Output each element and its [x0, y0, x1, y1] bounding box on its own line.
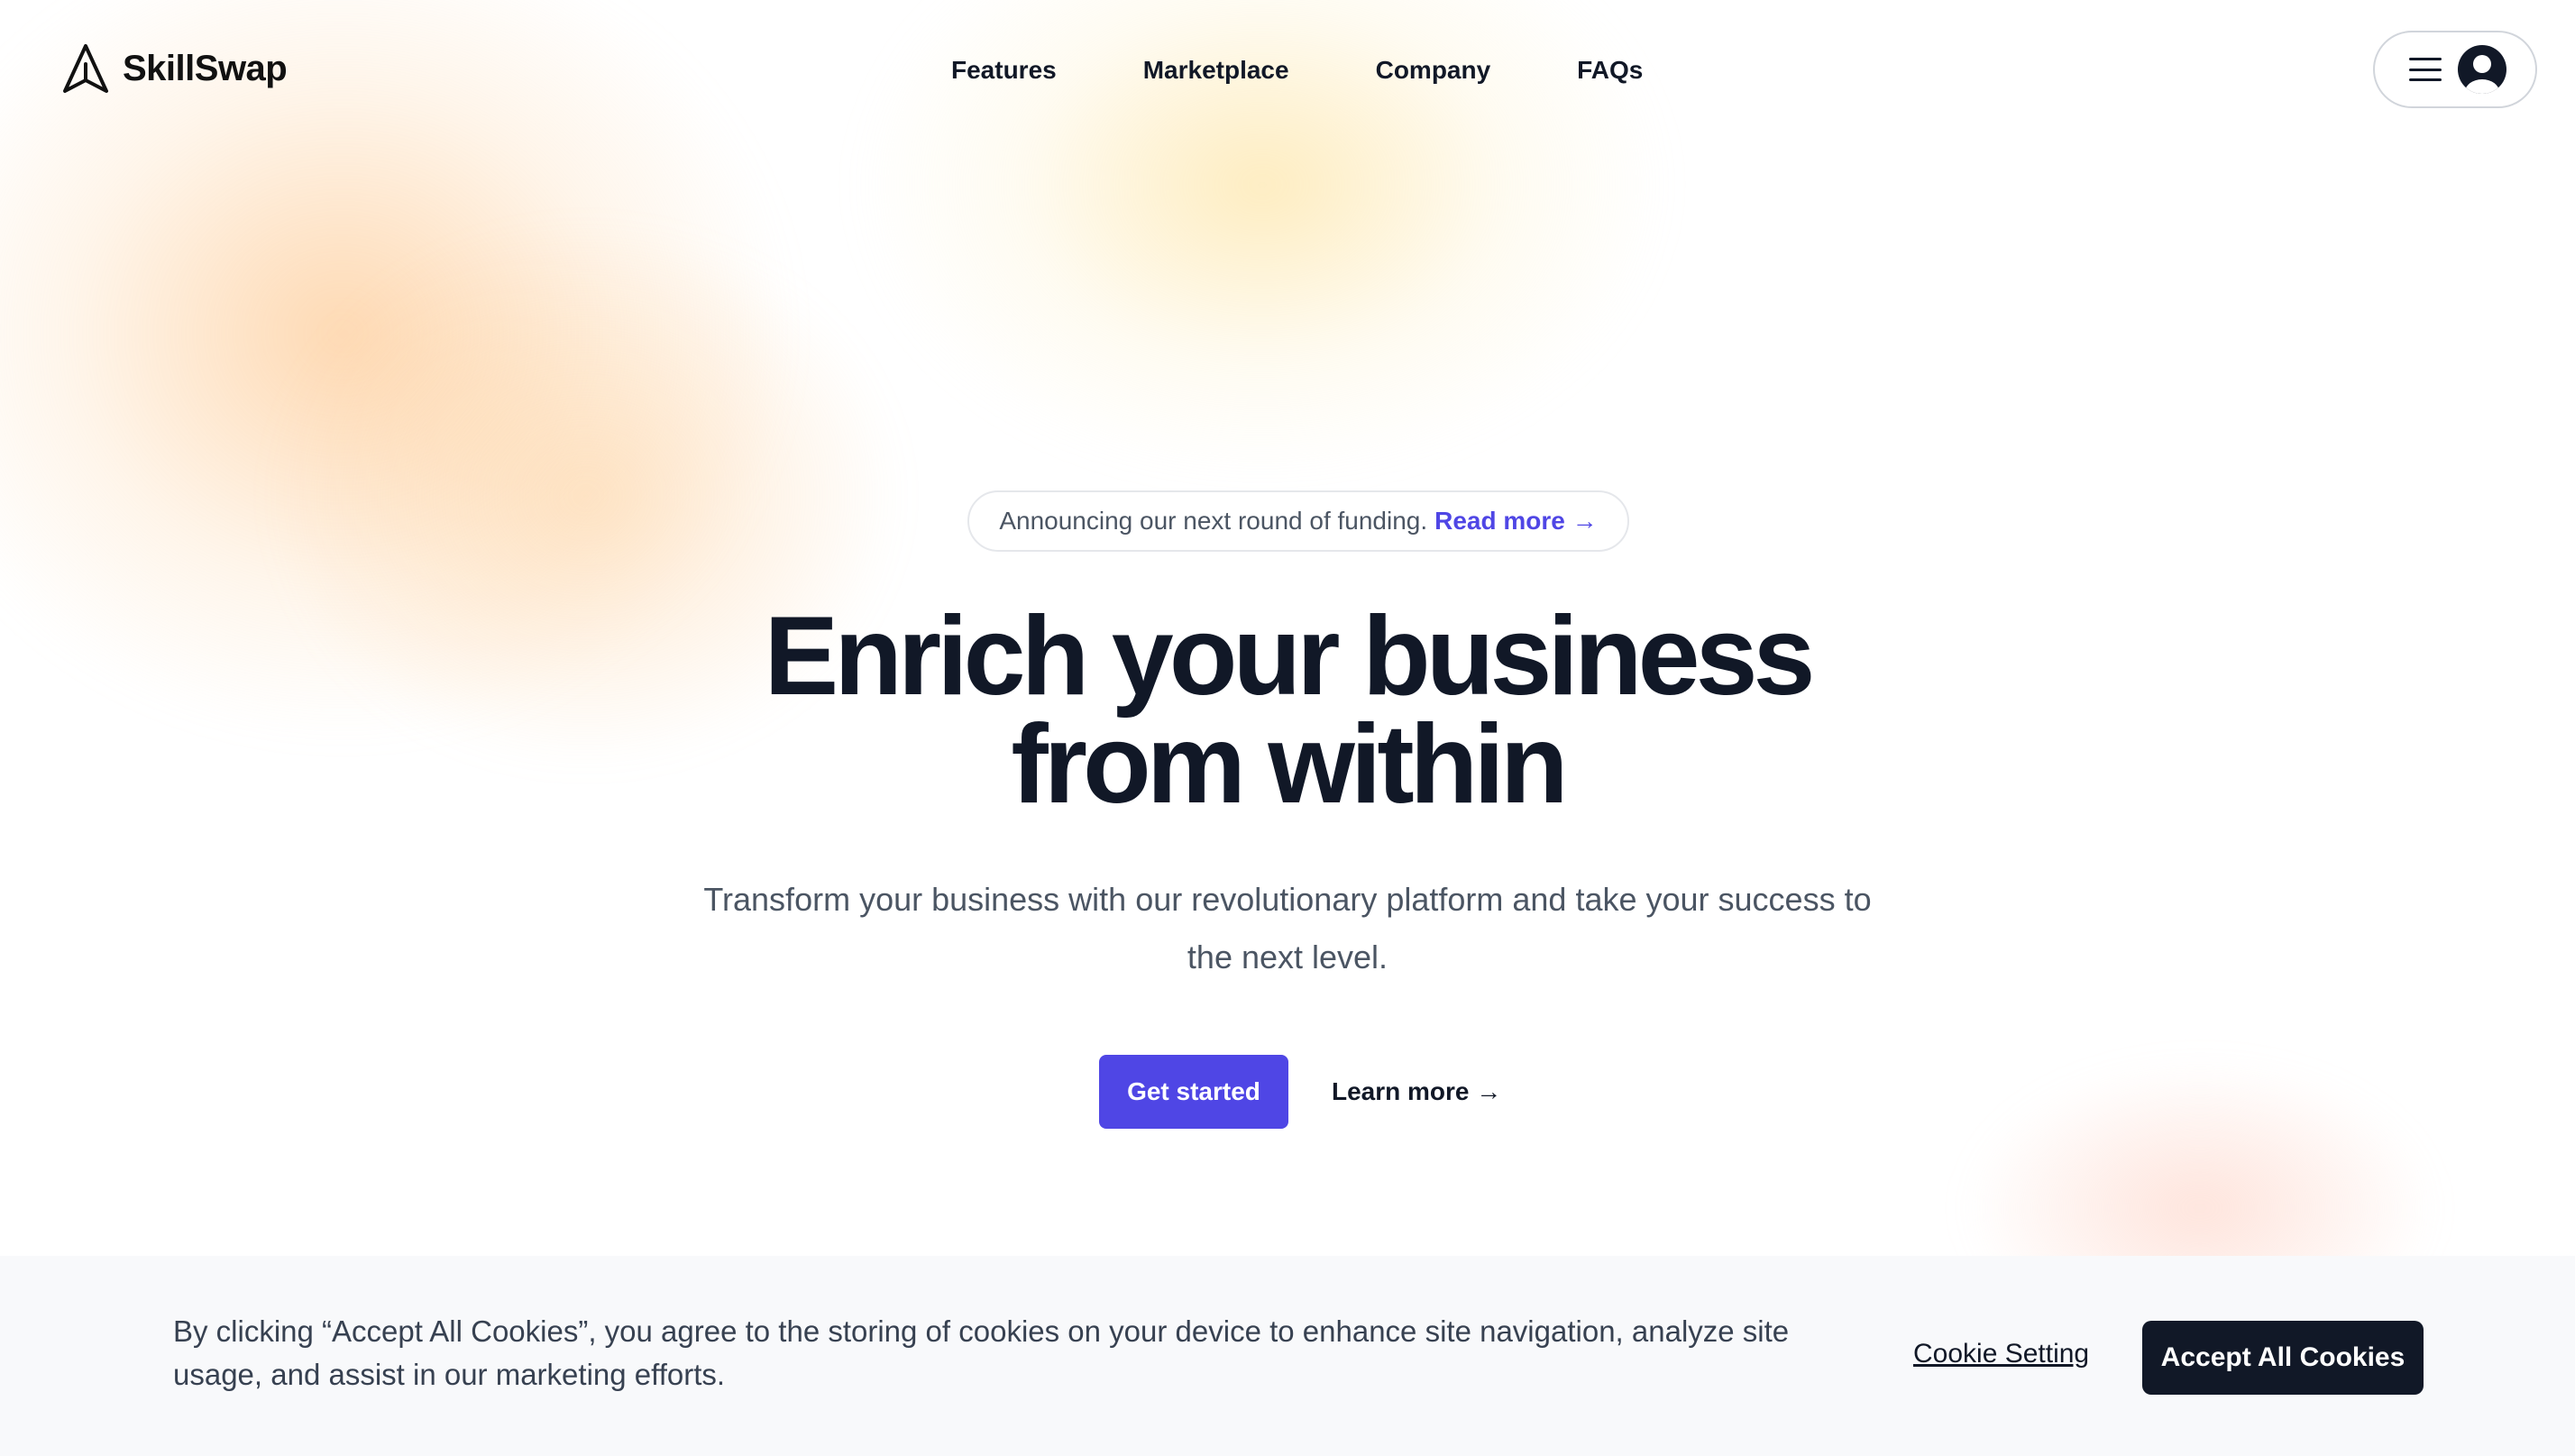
landing-page: SkillSwap Features Marketplace Company F…: [0, 0, 2575, 1456]
announcement-pill: Announcing our next round of funding. Re…: [967, 490, 1629, 552]
accept-cookies-button[interactable]: Accept All Cookies: [2142, 1321, 2424, 1395]
site-header: SkillSwap Features Marketplace Company F…: [0, 0, 2575, 141]
nav-link-features[interactable]: Features: [951, 56, 1057, 85]
cookie-banner: By clicking “Accept All Cookies”, you ag…: [0, 1256, 2575, 1456]
nav-link-faqs[interactable]: FAQs: [1577, 56, 1643, 85]
cookie-settings-link[interactable]: Cookie Setting: [1913, 1339, 2089, 1369]
brand-name: SkillSwap: [123, 48, 288, 88]
hero-actions: Get started Learn more →: [1099, 1055, 1501, 1129]
hamburger-icon: [2409, 58, 2442, 81]
user-menu-button[interactable]: [2373, 31, 2537, 108]
brand-logo[interactable]: SkillSwap: [61, 41, 288, 96]
announcement-text: Announcing our next round of funding.: [999, 507, 1428, 535]
learn-more-link[interactable]: Learn more →: [1332, 1077, 1501, 1106]
read-more-link[interactable]: Read more →: [1434, 507, 1598, 536]
nav-link-company[interactable]: Company: [1376, 56, 1491, 85]
nav-link-marketplace[interactable]: Marketplace: [1143, 56, 1289, 85]
user-avatar-icon: [2458, 45, 2506, 94]
paper-plane-icon: [63, 44, 108, 93]
hero-subtitle: Transform your business with our revolut…: [703, 881, 1872, 975]
hero-title-line: from within: [1011, 702, 1568, 827]
hero-title: Enrich your business from within: [0, 594, 2575, 827]
hero-title-line: Enrich your business: [764, 594, 1815, 719]
cookie-message: By clicking “Accept All Cookies”, you ag…: [173, 1314, 1790, 1391]
main-nav: Features Marketplace Company FAQs: [951, 50, 1643, 90]
get-started-button[interactable]: Get started: [1099, 1055, 1288, 1129]
